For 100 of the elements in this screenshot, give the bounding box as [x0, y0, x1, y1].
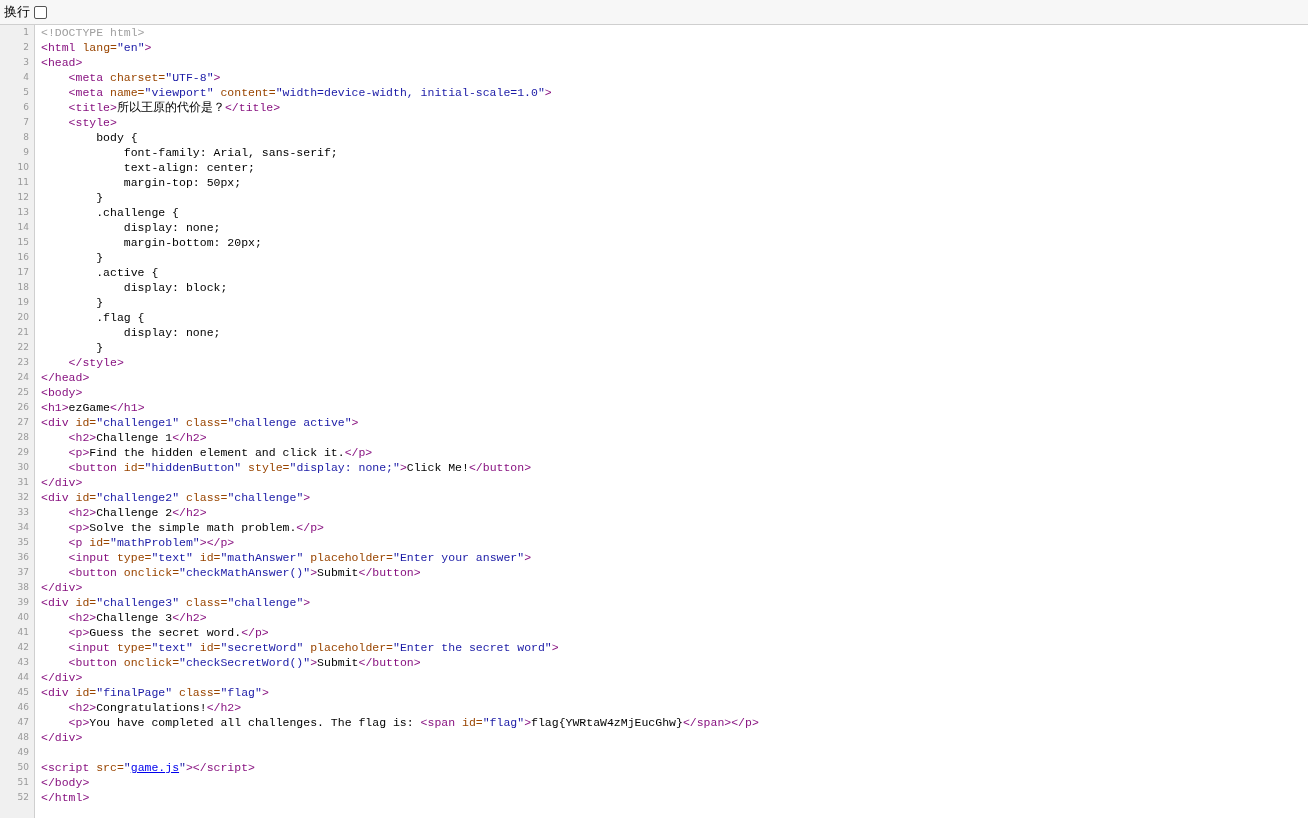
- code-line: }: [95, 295, 104, 310]
- line-number: 42: [16, 641, 30, 654]
- line-number: 23: [16, 356, 30, 369]
- line-number: 35: [16, 536, 30, 549]
- code-line: .challenge {: [95, 205, 180, 220]
- line-number: 37: [16, 566, 30, 579]
- code-line: <p id="mathProblem"></p>: [67, 535, 235, 550]
- line-number: 33: [16, 506, 30, 519]
- code-line: }: [95, 340, 104, 355]
- code-line: <div id="finalPage" class="flag">: [41, 685, 269, 700]
- code-line: }: [95, 190, 104, 205]
- code-line: <h2>Challenge 1</h2>: [67, 430, 207, 445]
- line-number: 38: [16, 581, 30, 594]
- code-line: <p>Solve the simple math problem.</p>: [67, 520, 324, 535]
- code-line: <input type="text" id="secretWord" placeholder="Enter the secret word">: [67, 640, 559, 655]
- code-line: display: block;: [122, 280, 228, 295]
- code-line: display: none;: [122, 325, 221, 340]
- line-number: 3: [22, 56, 30, 69]
- line-number: 18: [16, 281, 30, 294]
- line-number: 2: [22, 41, 30, 54]
- code-line: </div>: [41, 730, 83, 745]
- line-number: 44: [16, 671, 30, 684]
- line-number: 4: [22, 71, 30, 84]
- code-line: </div>: [41, 475, 83, 490]
- line-number: 12: [16, 191, 30, 204]
- code-line: <h1>ezGame</h1>: [41, 400, 145, 415]
- code-line: <div id="challenge3" class="challenge">: [41, 595, 311, 610]
- line-number: 41: [16, 626, 30, 639]
- line-number: 21: [16, 326, 30, 339]
- code-line: </html>: [41, 790, 90, 805]
- script-link[interactable]: game.js: [130, 761, 180, 774]
- code-line: text-align: center;: [122, 160, 255, 175]
- line-number: 9: [22, 146, 30, 159]
- line-number: 1: [22, 26, 30, 39]
- line-number: 29: [16, 446, 30, 459]
- code-line: <p>Find the hidden element and click it.</p>: [67, 445, 373, 460]
- wrap-checkbox[interactable]: [34, 5, 47, 19]
- code-line: margin-top: 50px;: [122, 175, 242, 190]
- code-line: <style>: [67, 115, 117, 130]
- line-number: 10: [16, 161, 30, 174]
- code-line: </body>: [41, 775, 90, 790]
- line-number: 39: [16, 596, 30, 609]
- code-line: </head>: [41, 370, 90, 385]
- code-line: }: [95, 250, 104, 265]
- line-number: 25: [16, 386, 30, 399]
- line-number: 48: [16, 731, 30, 744]
- code-line: <h2>Challenge 2</h2>: [67, 505, 207, 520]
- code-line: .flag {: [95, 310, 145, 325]
- code-line: <input type="text" id="mathAnswer" placeholder="Enter your answer">: [67, 550, 532, 565]
- line-number: 15: [16, 236, 30, 249]
- line-number: 40: [16, 611, 30, 624]
- code-line: <button id="hiddenButton" style="display: none;">Click Me!</button>: [67, 460, 532, 475]
- code-line: <meta charset="UTF-8">: [67, 70, 221, 85]
- code-line: <body>: [41, 385, 83, 400]
- line-number: 20: [16, 311, 30, 324]
- code-line: <div id="challenge2" class="challenge">: [41, 490, 311, 505]
- code-line: <title>所以王原的代价是？</title>: [67, 100, 281, 115]
- line-number: 19: [16, 296, 30, 309]
- line-number: 16: [16, 251, 30, 264]
- line-number: 5: [22, 86, 30, 99]
- code-line: <meta name="viewport" content="width=device-width, initial-scale=1.0">: [67, 85, 552, 100]
- line-number: 32: [16, 491, 30, 504]
- line-number: 52: [16, 791, 30, 804]
- code-line: margin-bottom: 20px;: [122, 235, 262, 250]
- code-line: </div>: [41, 580, 83, 595]
- line-number: 50: [16, 761, 30, 774]
- code-line: body {: [95, 130, 138, 145]
- line-number: 30: [16, 461, 30, 474]
- line-number: 51: [16, 776, 30, 789]
- line-number: 34: [16, 521, 30, 534]
- line-number: 26: [16, 401, 30, 414]
- line-number: 14: [16, 221, 30, 234]
- code-line: </style>: [67, 355, 124, 370]
- code-line: display: none;: [122, 220, 221, 235]
- line-number: 13: [16, 206, 30, 219]
- line-number: 11: [16, 176, 30, 189]
- code-line: <head>: [41, 55, 83, 70]
- code-line: <p>Guess the secret word.</p>: [67, 625, 269, 640]
- code-line: font-family: Arial, sans-serif;: [122, 145, 338, 160]
- code-line: <h2>Congratulations!</h2>: [67, 700, 242, 715]
- code-line: <div id="challenge1" class="challenge active">: [41, 415, 359, 430]
- line-number: 24: [16, 371, 30, 384]
- code-line: <p>You have completed all challenges. The flag is: <span id="flag">flag{YWRtaW4zMjEucGhw}</span></p>: [67, 715, 759, 730]
- code-line: <button onclick="checkMathAnswer()">Submit</button>: [67, 565, 421, 580]
- wrap-label: 换行: [4, 3, 30, 22]
- code-line: <!DOCTYPE html>: [41, 25, 145, 40]
- code-line: <script src="game.js"></script>: [41, 760, 255, 775]
- line-number: 47: [16, 716, 30, 729]
- line-number: 28: [16, 431, 30, 444]
- line-number: 22: [16, 341, 30, 354]
- code-line: <h2>Challenge 3</h2>: [67, 610, 207, 625]
- line-number: 7: [22, 116, 30, 129]
- code-line: <html lang="en">: [41, 40, 152, 55]
- code-line: <button onclick="checkSecretWord()">Submit</button>: [67, 655, 421, 670]
- code-line: .active {: [95, 265, 159, 280]
- line-number: 31: [16, 476, 30, 489]
- line-number: 6: [22, 101, 30, 114]
- line-number: 36: [16, 551, 30, 564]
- line-number: 45: [16, 686, 30, 699]
- line-number: 46: [16, 701, 30, 714]
